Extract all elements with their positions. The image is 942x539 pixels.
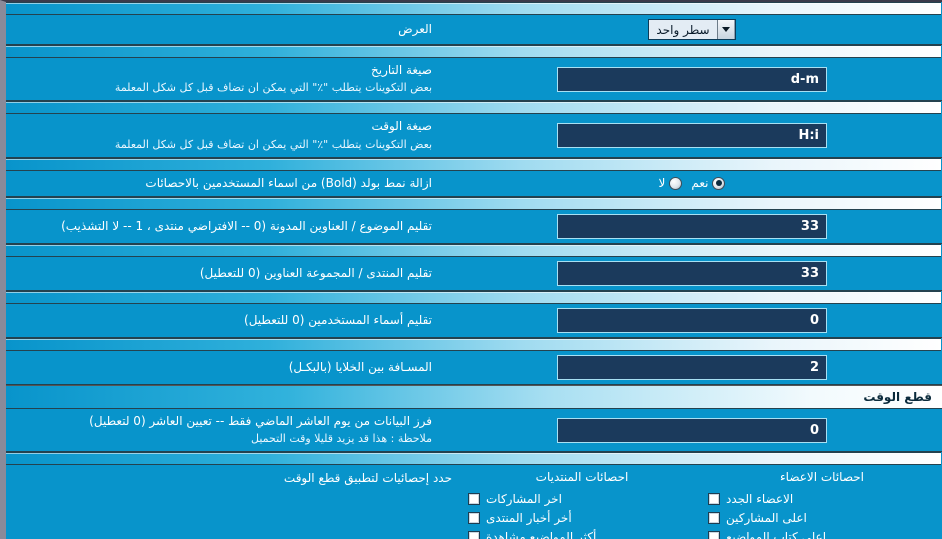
trim-topic-titles-label-cell: تقليم الموضوع / العناوين المدونة (0 -- ا… bbox=[6, 214, 442, 239]
checkbox-icon[interactable] bbox=[468, 492, 480, 505]
date-format-label-cell: صيغة التاريخ بعض التكوينات يتطلب "٪" الت… bbox=[6, 58, 442, 100]
date-format-label: صيغة التاريخ bbox=[371, 63, 432, 77]
radio-unselected-icon[interactable] bbox=[669, 176, 683, 190]
checkbox-icon[interactable] bbox=[708, 530, 720, 539]
divider-top bbox=[6, 2, 941, 15]
display-mode-control: سطر واحد bbox=[442, 15, 942, 44]
time-format-hint: بعض التكوينات يتطلب "٪" التي يمكن ان تضا… bbox=[114, 137, 432, 151]
checkbox-icon[interactable] bbox=[708, 511, 720, 524]
cell-spacing-label: المسـافة بين الخلايا (بالبكـل) bbox=[288, 359, 432, 374]
section-header-time-cutoff: قطع الوقت bbox=[6, 385, 942, 410]
display-mode-label-cell: العرض bbox=[6, 17, 442, 42]
setting-row-trim-forum-titles: تقليم المنتدى / المجموعة العناوين (0 للت… bbox=[6, 257, 942, 292]
stats-selection-area: احصائات الاعضاء الاعضاء الجدد اعلى المشا… bbox=[6, 465, 942, 539]
divider-1 bbox=[6, 45, 941, 58]
list-item[interactable]: اخر المشاركات bbox=[468, 489, 696, 508]
remove-bold-radio-yes-label: نعم bbox=[691, 176, 709, 191]
setting-row-display-mode: سطر واحد العرض bbox=[6, 15, 942, 45]
setting-row-cell-spacing: المسـافة بين الخلايا (بالبكـل) bbox=[6, 351, 942, 386]
setting-row-time-format: صيغة الوقت بعض التكوينات يتطلب "٪" التي … bbox=[6, 114, 942, 158]
divider-6 bbox=[6, 291, 941, 305]
setting-row-remove-bold: نعم لا ازالة نمط بولد (Bold) من اسماء ال… bbox=[6, 170, 942, 198]
trim-usernames-label: تقليم أسماء المستخدمين (0 للتعطيل) bbox=[244, 312, 432, 327]
cell-spacing-input[interactable] bbox=[557, 355, 827, 381]
display-mode-select[interactable]: سطر واحد bbox=[648, 19, 736, 40]
trim-forum-titles-control bbox=[442, 257, 942, 290]
list-item[interactable]: أخر أخبار المنتدى bbox=[468, 508, 696, 527]
trim-forum-titles-label-cell: تقليم المنتدى / المجموعة العناوين (0 للت… bbox=[6, 261, 442, 286]
divider-5 bbox=[6, 244, 941, 258]
forum-stats-item-label: اخر المشاركات bbox=[486, 491, 562, 506]
remove-bold-label: ازالة نمط بولد (Bold) من اسماء المستخدمي… bbox=[145, 175, 432, 190]
display-mode-label: العرض bbox=[398, 21, 432, 36]
chevron-down-icon[interactable] bbox=[716, 20, 735, 39]
checkbox-icon[interactable] bbox=[708, 492, 720, 505]
trim-forum-titles-label: تقليم المنتدى / المجموعة العناوين (0 للت… bbox=[199, 265, 432, 280]
settings-page: سطر واحد العرض صيغة التاريخ بعض التكوينا… bbox=[0, 0, 942, 539]
display-mode-select-value: سطر واحد bbox=[649, 20, 717, 39]
time-format-control bbox=[442, 119, 942, 152]
trim-topic-titles-control bbox=[442, 210, 942, 243]
remove-bold-label-cell: ازالة نمط بولد (Bold) من اسماء المستخدمي… bbox=[6, 171, 442, 196]
trim-topic-titles-input[interactable] bbox=[557, 214, 827, 240]
section-title: قطع الوقت bbox=[863, 390, 932, 405]
stats-selection-description: حدد إحصائيات لتطبيق قطع الوقت bbox=[283, 471, 452, 486]
list-item[interactable]: أكثر المواضيع مشاهدة bbox=[468, 527, 696, 539]
time-cutoff-input[interactable] bbox=[557, 417, 827, 443]
divider-4 bbox=[6, 197, 941, 211]
time-cutoff-control bbox=[442, 414, 942, 447]
divider-2 bbox=[6, 101, 941, 115]
cell-spacing-label-cell: المسـافة بين الخلايا (بالبكـل) bbox=[6, 355, 442, 380]
date-format-input[interactable] bbox=[557, 66, 827, 92]
forum-stats-column: احصائات المنتديات اخر المشاركات أخر أخبا… bbox=[462, 467, 702, 539]
member-stats-item-label: اعلى كتاب المواضيع bbox=[726, 529, 827, 539]
list-item[interactable]: اعلى المشاركين bbox=[708, 508, 936, 527]
trim-forum-titles-input[interactable] bbox=[557, 261, 827, 287]
member-stats-column: احصائات الاعضاء الاعضاء الجدد اعلى المشا… bbox=[702, 467, 942, 539]
time-cutoff-label-cell: فرز البيانات من يوم العاشر الماضي فقط --… bbox=[6, 409, 442, 451]
setting-row-date-format: صيغة التاريخ بعض التكوينات يتطلب "٪" الت… bbox=[6, 58, 942, 102]
member-stats-column-title: احصائات الاعضاء bbox=[780, 470, 864, 485]
trim-topic-titles-label: تقليم الموضوع / العناوين المدونة (0 -- ا… bbox=[61, 218, 432, 233]
setting-row-time-cutoff: فرز البيانات من يوم العاشر الماضي فقط --… bbox=[6, 409, 942, 453]
time-format-label: صيغة الوقت bbox=[371, 119, 432, 134]
divider-3 bbox=[6, 157, 941, 171]
forum-stats-item-label: أخر أخبار المنتدى bbox=[486, 510, 572, 525]
trim-usernames-control bbox=[442, 304, 942, 337]
radio-selected-icon[interactable] bbox=[712, 176, 726, 190]
cell-spacing-control bbox=[442, 351, 942, 384]
time-format-label-cell: صيغة الوقت بعض التكوينات يتطلب "٪" التي … bbox=[6, 114, 442, 156]
remove-bold-radio-yes[interactable]: نعم bbox=[691, 176, 726, 191]
list-item[interactable]: الاعضاء الجدد bbox=[708, 489, 936, 508]
divider-7 bbox=[6, 338, 941, 352]
date-format-hint: بعض التكوينات يتطلب "٪" التي يمكن ان تضا… bbox=[114, 81, 432, 95]
remove-bold-radio-no-label: لا bbox=[658, 176, 666, 191]
remove-bold-control: نعم لا bbox=[442, 172, 942, 194]
member-stats-item-label: الاعضاء الجدد bbox=[726, 491, 794, 506]
forum-stats-item-label: أكثر المواضيع مشاهدة bbox=[486, 529, 597, 539]
checkbox-icon[interactable] bbox=[468, 511, 480, 524]
forum-stats-column-title: احصائات المنتديات bbox=[535, 470, 629, 485]
time-cutoff-label: فرز البيانات من يوم العاشر الماضي فقط --… bbox=[89, 414, 432, 429]
time-cutoff-note: ملاحظة : هذا قد يزيد قليلا وقت التحميل bbox=[251, 432, 432, 446]
remove-bold-radio-group: نعم لا bbox=[659, 176, 726, 190]
divider-8 bbox=[6, 452, 941, 466]
date-format-control bbox=[442, 63, 942, 96]
setting-row-trim-usernames: تقليم أسماء المستخدمين (0 للتعطيل) bbox=[6, 304, 942, 339]
member-stats-item-label: اعلى المشاركين bbox=[726, 510, 807, 525]
checkbox-icon[interactable] bbox=[468, 530, 480, 539]
setting-row-trim-topic-titles: تقليم الموضوع / العناوين المدونة (0 -- ا… bbox=[6, 210, 942, 245]
list-item[interactable]: اعلى كتاب المواضيع bbox=[708, 527, 936, 539]
time-format-input[interactable] bbox=[557, 122, 827, 148]
remove-bold-radio-no[interactable]: لا bbox=[659, 176, 683, 190]
trim-usernames-label-cell: تقليم أسماء المستخدمين (0 للتعطيل) bbox=[6, 308, 442, 333]
trim-usernames-input[interactable] bbox=[557, 308, 827, 334]
